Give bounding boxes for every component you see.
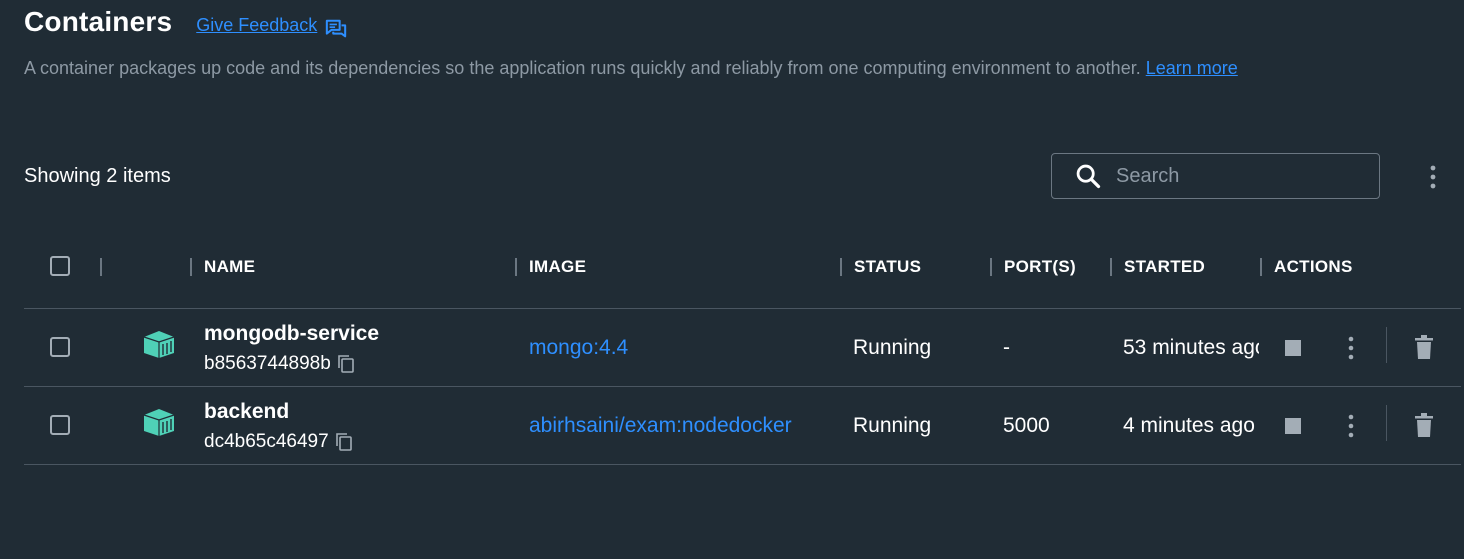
page-description: A container packages up code and its dep… [24,58,1238,79]
containers-table: NAME IMAGE STATUS PORT(S) STARTED ACTION… [24,240,1461,465]
search-box[interactable] [1051,153,1380,199]
learn-more-link[interactable]: Learn more [1146,58,1238,78]
row-checkbox[interactable] [50,415,70,435]
trash-icon[interactable] [1413,334,1435,360]
action-divider [1386,405,1387,441]
ports-text: - [1003,336,1010,359]
ports-text: 5000 [1003,414,1050,437]
search-icon [1076,164,1101,189]
containers-page: Containers Give Feedback A container pac… [0,0,1464,559]
column-header-name[interactable]: NAME [190,256,255,278]
started-text: 53 minutes ago [1123,336,1259,359]
column-header-status-label: STATUS [854,257,922,276]
container-id-text: b8563744898b [204,353,331,374]
column-header-image[interactable]: IMAGE [515,256,586,278]
column-header-ports[interactable]: PORT(S) [990,256,1076,278]
kebab-menu-icon[interactable] [1422,164,1444,190]
image-link[interactable]: mongo:4.4 [529,336,628,360]
item-count: Showing 2 items [24,165,171,187]
column-header-status[interactable]: STATUS [840,256,921,278]
kebab-menu-icon[interactable] [1340,413,1362,439]
container-id: b8563744898b [204,353,355,375]
copy-icon[interactable] [337,354,355,374]
container-name[interactable]: backend [204,400,289,424]
stop-icon [1285,418,1301,434]
column-header-actions-label: ACTIONS [1274,257,1353,276]
column-header-ports-label: PORT(S) [1004,257,1076,276]
status-text: Running [853,414,932,437]
column-header-started-label: STARTED [1124,257,1206,276]
chat-bubbles-icon [326,19,347,37]
column-header-image-label: IMAGE [529,257,587,276]
stop-button[interactable] [1283,416,1303,436]
started-text: 4 minutes ago [1123,414,1255,437]
kebab-menu-icon[interactable] [1340,335,1362,361]
column-header-started[interactable]: STARTED [1110,256,1205,278]
column-header-actions: ACTIONS [1260,256,1353,278]
row-checkbox[interactable] [50,337,70,357]
container-name[interactable]: mongodb-service [204,322,379,346]
give-feedback-label: Give Feedback [196,15,318,35]
trash-icon[interactable] [1413,412,1435,438]
title-row: Containers Give Feedback [24,6,347,38]
column-separator [100,258,102,276]
stop-icon [1285,340,1301,356]
table-row[interactable]: backend dc4b65c46497 abirhsaini/exam:nod… [24,387,1461,465]
table-row[interactable]: mongodb-service b8563744898b mongo:4.4 R… [24,309,1461,387]
image-link[interactable]: abirhsaini/exam:nodedocker [529,414,792,438]
give-feedback-link[interactable]: Give Feedback [196,15,347,37]
action-divider [1386,327,1387,363]
status-text: Running [853,336,932,359]
select-all-checkbox[interactable] [50,256,70,276]
table-header: NAME IMAGE STATUS PORT(S) STARTED ACTION… [24,240,1461,309]
copy-icon[interactable] [335,432,353,452]
container-icon [143,409,175,436]
search-input[interactable] [1114,163,1358,189]
page-title: Containers [24,6,173,37]
container-id-text: dc4b65c46497 [204,431,329,452]
container-id: dc4b65c46497 [204,431,353,453]
container-icon [143,331,175,358]
stop-button[interactable] [1283,338,1303,358]
description-text: A container packages up code and its dep… [24,58,1141,78]
column-header-name-label: NAME [204,257,256,276]
